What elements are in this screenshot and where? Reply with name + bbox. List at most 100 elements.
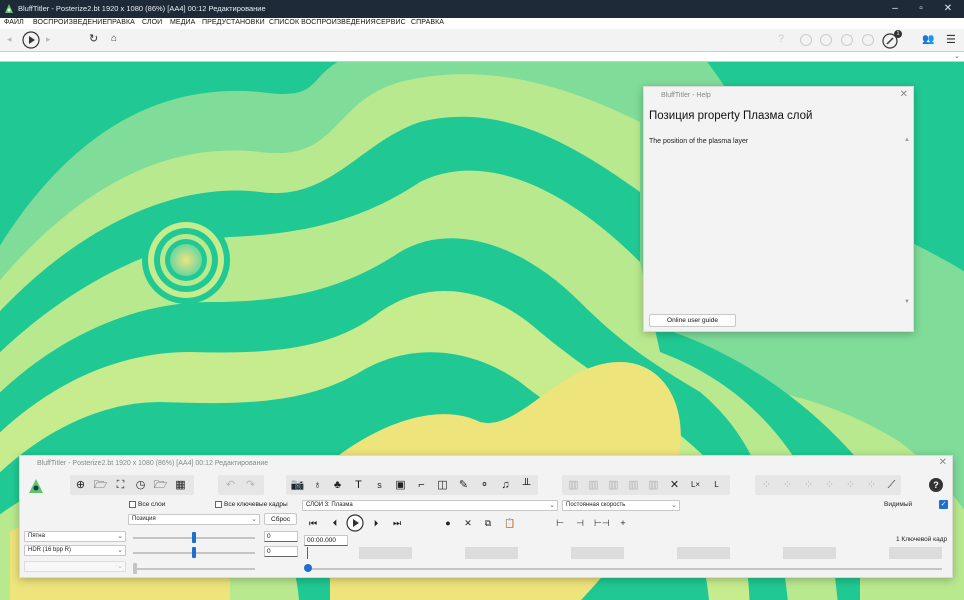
- record-icon[interactable]: ●: [441, 517, 455, 530]
- layer-select[interactable]: СЛОЙ 3: Плазма ⌄: [302, 500, 558, 511]
- all-layers-checkbox[interactable]: [129, 501, 136, 508]
- effect-icon-2[interactable]: ⁘: [779, 475, 796, 495]
- menu-playback[interactable]: ВОСПРОИЗВЕДЕНИЕ: [33, 19, 107, 26]
- menu-file[interactable]: ФАЙЛ: [4, 19, 24, 26]
- users-icon[interactable]: 👥: [922, 34, 934, 45]
- particles-icon[interactable]: ⚬: [476, 475, 493, 495]
- clock-icon[interactable]: ◷: [132, 475, 149, 495]
- menu-layers[interactable]: СЛОИ: [142, 19, 162, 26]
- film-icon[interactable]: ▦: [172, 475, 189, 495]
- speed-select[interactable]: Постоянная скорость ⌄: [562, 500, 680, 511]
- time-slider-thumb[interactable]: [304, 564, 312, 572]
- address-bar[interactable]: ⌄: [0, 51, 964, 62]
- menu-help[interactable]: СПРАВКА: [411, 19, 444, 26]
- align-icon-1[interactable]: ▥: [565, 475, 582, 495]
- effect-icon-3[interactable]: ⁘: [800, 475, 817, 495]
- toolbar-icon-4[interactable]: [841, 34, 853, 46]
- reset-x-icon[interactable]: L×: [687, 475, 704, 495]
- key-first-icon[interactable]: ⊢: [553, 517, 567, 530]
- paste-icon[interactable]: 📋: [503, 517, 517, 530]
- slider-2-thumb[interactable]: [192, 547, 196, 558]
- cube-icon[interactable]: ◫: [434, 475, 451, 495]
- small-text-icon[interactable]: s: [371, 475, 388, 495]
- all-keyframes-checkbox[interactable]: [215, 501, 222, 508]
- format-select[interactable]: HDR (16 bpp R) ⌄: [24, 545, 126, 556]
- menu-service[interactable]: СЕРВИС: [376, 19, 406, 26]
- magic-wand-icon[interactable]: ⟋: [883, 475, 900, 495]
- step-back-icon[interactable]: ⏴: [328, 517, 342, 530]
- open-folder-icon[interactable]: 🗁: [92, 475, 109, 495]
- copy-icon[interactable]: ⧉: [481, 517, 495, 530]
- help-close-icon[interactable]: ✕: [900, 89, 908, 100]
- chart-icon[interactable]: ╨: [518, 475, 535, 495]
- effect-icon-4[interactable]: ⁘: [821, 475, 838, 495]
- effect-icon-5[interactable]: ⁘: [842, 475, 859, 495]
- menu-media[interactable]: МЕДИА: [170, 19, 195, 26]
- path-icon[interactable]: ⌐: [413, 475, 430, 495]
- undo-icon[interactable]: ↶: [222, 475, 239, 495]
- close-button[interactable]: ✕: [933, 0, 963, 18]
- keyframe-track[interactable]: [306, 547, 942, 559]
- menu-playlist[interactable]: СПИСОК ВОСПРОИЗВЕДЕНИЯ: [269, 19, 376, 26]
- menu-presets[interactable]: ПРЕДУСТАНОВКИ: [202, 19, 265, 26]
- camera-icon[interactable]: 📷: [289, 475, 306, 495]
- music-icon[interactable]: ♫: [497, 475, 514, 495]
- disabled-select[interactable]: ⌄: [24, 561, 126, 572]
- reset-button[interactable]: Сброс: [264, 513, 297, 525]
- scroll-up-icon[interactable]: ▲: [904, 137, 910, 143]
- chevron-down-icon[interactable]: ⌄: [954, 52, 960, 60]
- scroll-down-icon[interactable]: ▼: [904, 299, 910, 305]
- light-bulb-icon[interactable]: ♁: [309, 475, 326, 495]
- time-slider[interactable]: [306, 568, 942, 570]
- help-icon[interactable]: ?: [929, 478, 943, 492]
- folder-export-icon[interactable]: 🗁: [152, 475, 169, 495]
- play-icon[interactable]: [22, 31, 40, 49]
- online-user-guide-button[interactable]: Online user guide: [649, 314, 736, 327]
- style-select[interactable]: Пятна ⌄: [24, 531, 126, 542]
- effect-icon-6[interactable]: ⁘: [863, 475, 880, 495]
- align-icon-5[interactable]: ▥: [645, 475, 662, 495]
- picture-icon[interactable]: ▣: [392, 475, 409, 495]
- slider-3-thumb[interactable]: [133, 563, 137, 574]
- refresh-icon[interactable]: ↻: [89, 32, 98, 45]
- anchor-icon[interactable]: ✕: [666, 475, 683, 495]
- maximize-button[interactable]: ▫: [906, 0, 936, 18]
- key-spread-icon[interactable]: ⊢⊣: [594, 517, 610, 530]
- property-slider-3[interactable]: [133, 568, 255, 570]
- property-select[interactable]: Позиция ⌄: [128, 514, 260, 525]
- toolbar-icon-3[interactable]: [820, 34, 832, 46]
- forward-icon[interactable]: ▸: [46, 34, 51, 45]
- play-icon[interactable]: [346, 514, 364, 532]
- new-icon[interactable]: ⊕: [72, 475, 89, 495]
- slider-1-thumb[interactable]: [192, 532, 196, 543]
- visible-checkbox[interactable]: ✓: [939, 500, 948, 509]
- value-input-1[interactable]: 0: [264, 531, 298, 542]
- reset-y-icon[interactable]: L: [708, 475, 725, 495]
- skip-to-start-icon[interactable]: ⏮: [306, 517, 320, 530]
- help-circle-icon[interactable]: ?: [778, 33, 784, 45]
- key-center-icon[interactable]: +: [616, 517, 630, 530]
- skip-to-end-icon[interactable]: ⏭: [390, 517, 404, 530]
- toolbar-icon-2[interactable]: [800, 34, 812, 46]
- align-icon-3[interactable]: ▥: [605, 475, 622, 495]
- effect-icon-1[interactable]: ⁘: [758, 475, 775, 495]
- align-icon-2[interactable]: ▥: [585, 475, 602, 495]
- value-input-2[interactable]: 0: [264, 546, 298, 557]
- delete-key-icon[interactable]: ✕: [461, 517, 475, 530]
- pen-icon[interactable]: ✎: [455, 475, 472, 495]
- time-input[interactable]: 00:00.000: [304, 535, 348, 546]
- home-icon[interactable]: ⌂: [111, 33, 117, 44]
- text-icon[interactable]: T: [350, 475, 367, 495]
- key-last-icon[interactable]: ⊣: [573, 517, 587, 530]
- plasma-icon[interactable]: ♣: [329, 475, 346, 495]
- toolbar-icon-5[interactable]: [862, 34, 874, 46]
- align-icon-4[interactable]: ▥: [625, 475, 642, 495]
- hamburger-menu-icon[interactable]: ☰: [946, 33, 956, 46]
- menu-edit[interactable]: ПРАВКА: [107, 19, 135, 26]
- back-icon[interactable]: ◂: [7, 34, 12, 45]
- panel-close-icon[interactable]: ✕: [939, 457, 947, 468]
- keyframe-marker[interactable]: [307, 547, 308, 559]
- step-forward-icon[interactable]: ⏵: [369, 517, 383, 530]
- crop-icon[interactable]: ⛶: [112, 475, 129, 495]
- redo-icon[interactable]: ↷: [242, 475, 259, 495]
